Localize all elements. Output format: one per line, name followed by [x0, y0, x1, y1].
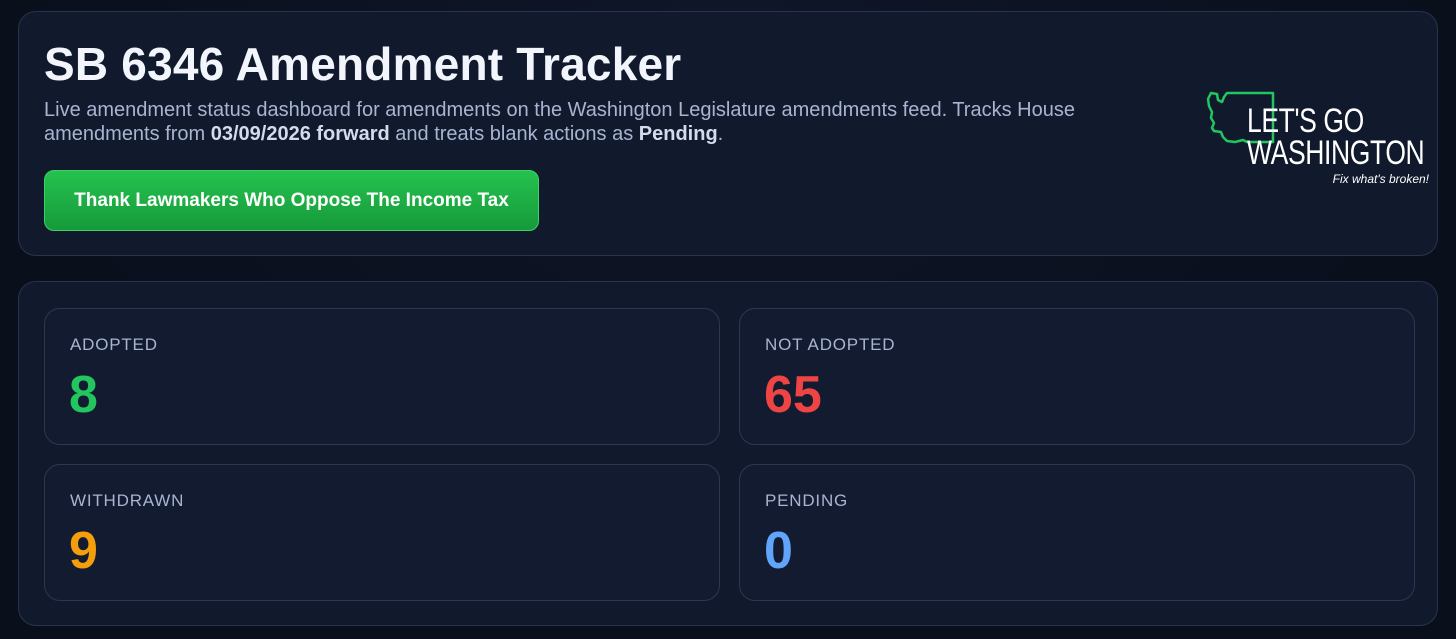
stat-value-not-adopted: 65: [764, 366, 822, 424]
stat-value-pending: 0: [764, 522, 793, 580]
stat-label-pending: PENDING: [765, 491, 849, 510]
stat-adopted: ADOPTED 8: [44, 308, 720, 445]
stats-card: ADOPTED 8 NOT ADOPTED 65 WITHDRAWN 9 PEN…: [18, 281, 1438, 626]
logo-line-1: LET'S GO: [1247, 102, 1364, 140]
stat-label-withdrawn: WITHDRAWN: [70, 491, 185, 510]
logo-line-2: WASHINGTON: [1247, 134, 1425, 172]
page: SB 6346 Amendment Tracker Live amendment…: [0, 0, 1456, 639]
stat-value-withdrawn: 9: [69, 522, 98, 580]
description-text-2: and treats blank actions as: [389, 123, 639, 145]
description-text-3: .: [717, 123, 724, 145]
stat-withdrawn: WITHDRAWN 9: [44, 464, 720, 601]
stat-pending: PENDING 0: [739, 464, 1415, 601]
page-title: SB 6346 Amendment Tracker: [44, 38, 682, 90]
pending-highlight: Pending: [638, 123, 718, 145]
stat-value-adopted: 8: [69, 366, 98, 424]
page-description: Live amendment status dashboard for amen…: [44, 98, 1184, 146]
stat-not-adopted: NOT ADOPTED 65: [739, 308, 1415, 445]
stat-label-adopted: ADOPTED: [70, 335, 158, 354]
header-card: SB 6346 Amendment Tracker Live amendment…: [18, 11, 1438, 256]
lets-go-washington-logo[interactable]: LET'S GO WASHINGTON Fix what's broken!: [1205, 90, 1429, 190]
stat-label-not-adopted: NOT ADOPTED: [765, 335, 896, 354]
start-date-highlight: 03/09/2026 forward: [210, 123, 390, 145]
thank-lawmakers-button[interactable]: Thank Lawmakers Who Oppose The Income Ta…: [44, 170, 539, 231]
logo-tagline: Fix what's broken!: [1332, 172, 1429, 186]
